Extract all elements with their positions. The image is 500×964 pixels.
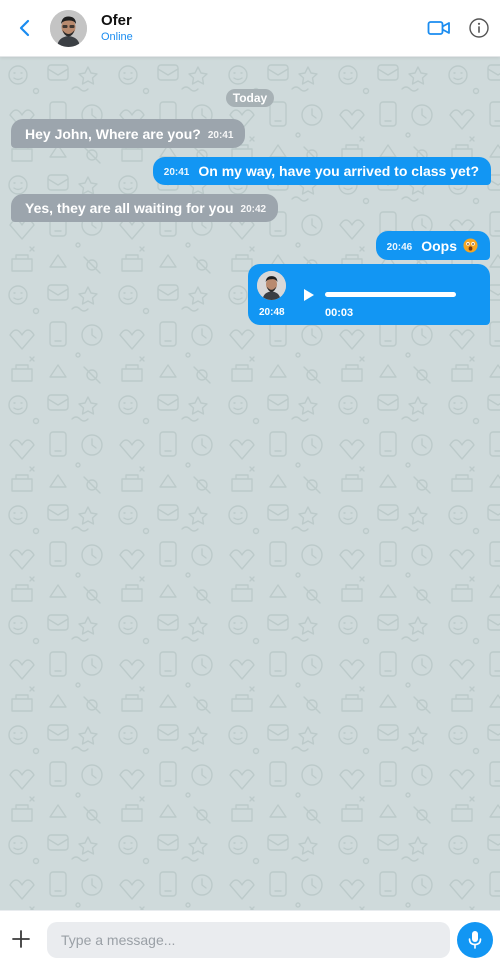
message-text: Yes, they are all waiting for you bbox=[25, 200, 234, 216]
voice-message-outgoing[interactable]: 20:48 00:03 bbox=[248, 264, 490, 325]
contact-name: Ofer bbox=[101, 12, 132, 29]
face-with-open-mouth-emoji-icon bbox=[463, 238, 478, 253]
info-icon[interactable] bbox=[468, 17, 490, 39]
message-text: Oops bbox=[421, 237, 457, 254]
plus-icon[interactable] bbox=[11, 929, 31, 949]
contact-avatar[interactable] bbox=[50, 10, 87, 47]
message-time: 20:42 bbox=[240, 204, 267, 215]
message-time: 20:46 bbox=[386, 241, 413, 253]
chat-header: Ofer Online bbox=[0, 0, 500, 57]
date-separator: Today bbox=[226, 89, 274, 107]
message-outgoing[interactable]: 20:46 Oops bbox=[375, 231, 490, 260]
microphone-icon bbox=[468, 931, 482, 949]
message-incoming[interactable]: Yes, they are all waiting for you 20:42 bbox=[11, 194, 279, 222]
message-text: On my way, have you arrived to class yet… bbox=[198, 163, 479, 179]
message-input[interactable] bbox=[47, 922, 450, 958]
microphone-button[interactable] bbox=[457, 922, 493, 958]
voice-duration: 00:03 bbox=[325, 307, 354, 319]
message-outgoing[interactable]: 20:41 On my way, have you arrived to cla… bbox=[152, 157, 491, 185]
message-time: 20:41 bbox=[207, 129, 234, 141]
play-icon[interactable] bbox=[303, 288, 315, 302]
back-chevron-icon[interactable] bbox=[14, 17, 36, 39]
message-incoming[interactable]: Hey John, Where are you? 20:41 bbox=[11, 119, 246, 148]
video-camera-icon[interactable] bbox=[427, 18, 451, 38]
voice-sender-avatar bbox=[257, 271, 286, 300]
message-composer bbox=[0, 910, 500, 964]
message-time: 20:41 bbox=[163, 167, 190, 178]
message-text: Hey John, Where are you? bbox=[25, 125, 201, 142]
contact-status: Online bbox=[101, 31, 133, 43]
audio-progress-track[interactable] bbox=[325, 292, 456, 297]
message-time: 20:48 bbox=[259, 307, 285, 318]
message-list[interactable]: Today Hey John, Where are you? 20:41 20:… bbox=[0, 57, 500, 910]
